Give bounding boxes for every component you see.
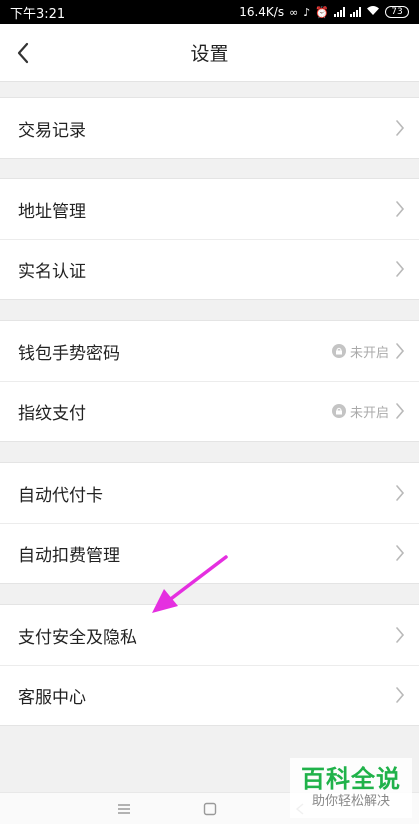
chevron-right-icon (396, 485, 405, 501)
status-badge: 未开启 (331, 321, 389, 381)
settings-group-autopay: 自动代付卡 自动扣费管理 (0, 462, 419, 584)
settings-row-label: 自动扣费管理 (18, 545, 120, 566)
home-button[interactable] (200, 799, 220, 819)
settings-row-address[interactable]: 地址管理 (0, 179, 419, 239)
chevron-right-icon (396, 545, 405, 561)
settings-row-label: 支付安全及隐私 (18, 627, 137, 648)
chevron-right-icon (396, 201, 405, 217)
settings-row-auto-deduct[interactable]: 自动扣费管理 (0, 523, 419, 583)
alarm-icon: ⏰ (315, 5, 329, 19)
wifi-icon (366, 5, 380, 19)
nav-header: 设置 (0, 24, 419, 82)
settings-row-label: 自动代付卡 (18, 485, 103, 506)
settings-row-transactions[interactable]: 交易记录 (0, 98, 419, 158)
chevron-right-icon (396, 687, 405, 703)
signal-icon (334, 7, 345, 17)
settings-row-label: 客服中心 (18, 687, 86, 708)
back-button[interactable] (8, 36, 38, 70)
chevron-right-icon (396, 403, 405, 419)
chevron-left-icon (17, 42, 29, 64)
settings-row-label: 地址管理 (18, 201, 86, 222)
menu-icon (118, 804, 130, 814)
link-icon: ∞ (289, 5, 299, 19)
settings-group-records: 交易记录 (0, 97, 419, 159)
chevron-right-icon (396, 627, 405, 643)
status-badge: 未开启 (331, 381, 389, 441)
lock-icon (331, 344, 346, 358)
watermark-title: 百科全说 (301, 765, 401, 793)
menu-button[interactable] (114, 799, 134, 819)
mute-icon: ♪ (303, 5, 311, 19)
lock-icon (331, 404, 346, 418)
settings-row-privacy[interactable]: 支付安全及隐私 (0, 605, 419, 665)
home-square-icon (203, 802, 217, 816)
chevron-right-icon (396, 261, 405, 277)
status-bar: 下午3:21 16.4K/s ∞ ♪ ⏰ 73 (0, 0, 419, 24)
battery-icon: 73 (385, 6, 409, 18)
settings-group-account: 地址管理 实名认证 (0, 178, 419, 300)
chevron-right-icon (396, 343, 405, 359)
status-text: 未开启 (349, 345, 389, 361)
watermark-logo: 百科全说 助你轻松解决 (290, 758, 412, 818)
page-title: 设置 (190, 43, 229, 65)
settings-row-realname[interactable]: 实名认证 (0, 239, 419, 299)
status-text: 未开启 (349, 405, 389, 421)
settings-row-label: 实名认证 (18, 261, 86, 282)
settings-row-label: 钱包手势密码 (18, 343, 120, 364)
status-time: 下午3:21 (10, 6, 66, 22)
chevron-right-icon (396, 120, 405, 136)
settings-row-fingerprint-pay[interactable]: 指纹支付 未开启 (0, 381, 419, 441)
settings-row-customer-service[interactable]: 客服中心 (0, 665, 419, 725)
status-right: 16.4K/s ∞ ♪ ⏰ 73 (239, 5, 409, 19)
settings-row-auto-pay-card[interactable]: 自动代付卡 (0, 463, 419, 523)
signal-2-icon (350, 7, 361, 17)
watermark-subtitle: 助你轻松解决 (311, 794, 390, 809)
settings-group-support: 支付安全及隐私 客服中心 (0, 604, 419, 726)
settings-row-label: 交易记录 (18, 120, 86, 141)
settings-row-gesture-password[interactable]: 钱包手势密码 未开启 (0, 321, 419, 381)
settings-group-security: 钱包手势密码 未开启 指纹支付 未开启 (0, 320, 419, 442)
network-speed: 16.4K/s (239, 5, 285, 19)
settings-row-label: 指纹支付 (18, 403, 86, 424)
